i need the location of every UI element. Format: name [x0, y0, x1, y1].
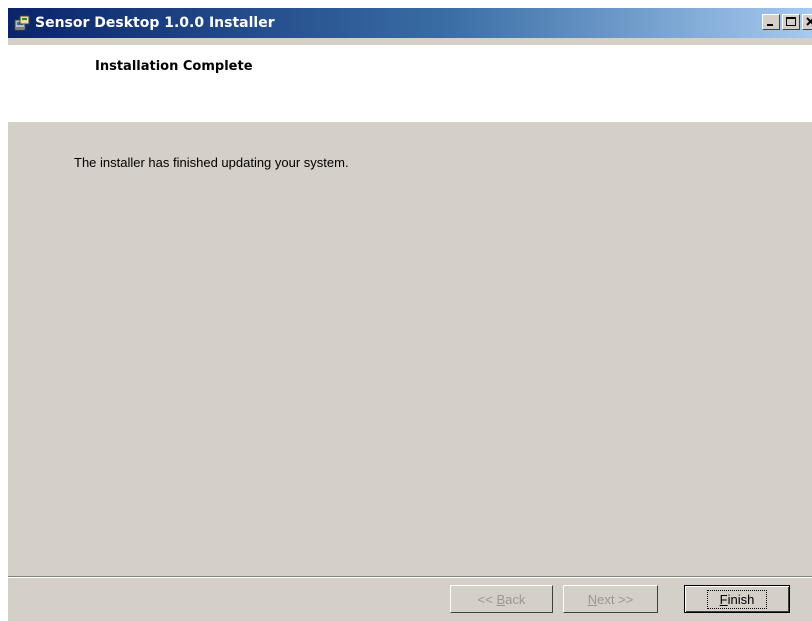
- maximize-icon: [786, 17, 796, 26]
- next-button-label: Next >>: [587, 591, 634, 607]
- completion-message: The installer has finished updating your…: [74, 155, 349, 170]
- finish-button-label: Finish: [706, 589, 768, 609]
- minimize-icon: [767, 24, 773, 26]
- close-icon: [806, 17, 812, 26]
- title-bar[interactable]: Sensor Desktop 1.0.0 Installer: [8, 8, 812, 38]
- finish-button[interactable]: Finish: [684, 585, 790, 613]
- maximize-button[interactable]: [782, 14, 800, 30]
- installer-window: Sensor Desktop 1.0.0 Installer Installat…: [8, 8, 812, 621]
- back-button[interactable]: << Back: [450, 585, 553, 613]
- page-title: Installation Complete: [95, 59, 253, 74]
- window-title: Sensor Desktop 1.0.0 Installer: [35, 15, 275, 31]
- close-button[interactable]: [802, 14, 812, 30]
- button-area-divider: [8, 576, 812, 578]
- caption-buttons: [762, 14, 812, 30]
- installer-icon: [13, 14, 31, 32]
- minimize-button[interactable]: [762, 14, 780, 30]
- next-button[interactable]: Next >>: [563, 585, 658, 613]
- back-button-label: << Back: [477, 591, 526, 607]
- header-banner: Installation Complete: [8, 45, 812, 122]
